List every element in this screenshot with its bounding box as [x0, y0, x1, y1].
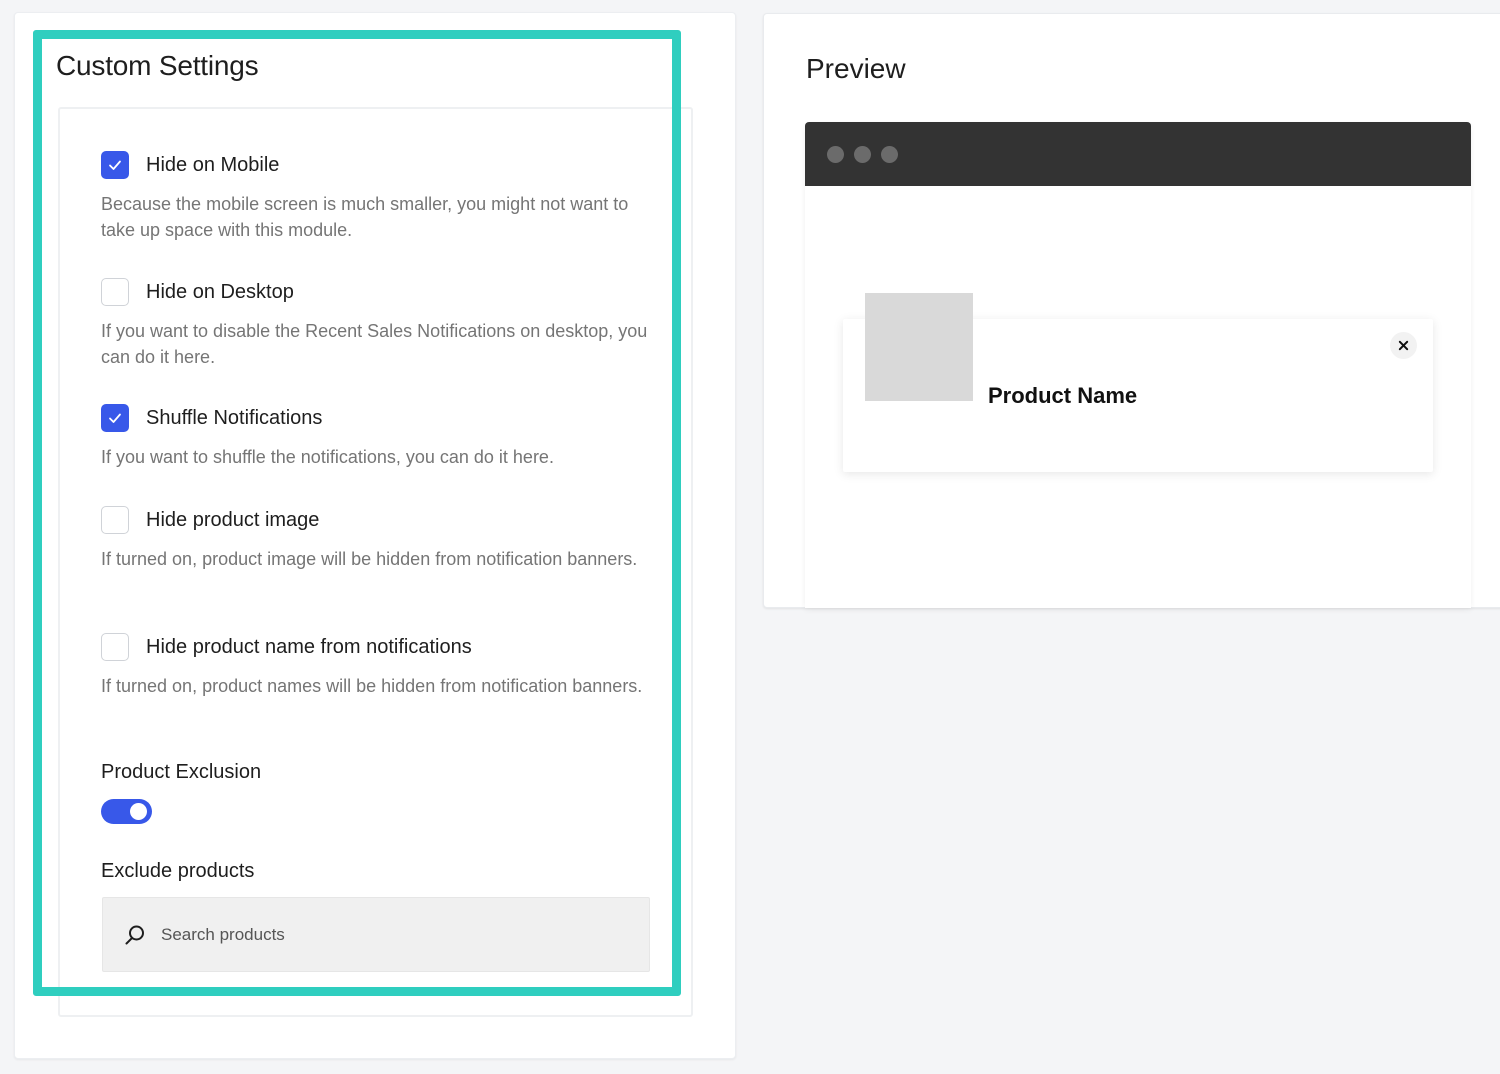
option-hide-on-mobile: Hide on Mobile Because the mobile screen… — [101, 151, 661, 243]
shuffle-notifications-label[interactable]: Shuffle Notifications — [146, 407, 322, 430]
hide-on-desktop-label[interactable]: Hide on Desktop — [146, 281, 294, 304]
option-hide-product-image: Hide product image If turned on, product… — [101, 506, 661, 572]
settings-title: Custom Settings — [56, 50, 259, 81]
shuffle-notifications-checkbox[interactable] — [101, 404, 129, 432]
exclude-products-search[interactable] — [102, 897, 650, 972]
notification-close-button[interactable] — [1390, 332, 1417, 359]
preview-title: Preview — [806, 53, 906, 84]
product-exclusion-label: Product Exclusion — [101, 761, 262, 783]
hide-on-mobile-checkbox[interactable] — [101, 151, 129, 179]
hide-product-name-description: If turned on, product names will be hidd… — [101, 676, 643, 696]
search-products-input[interactable] — [161, 924, 621, 945]
browser-dot-icon — [854, 145, 871, 163]
hide-product-image-description: If turned on, product image will be hidd… — [101, 549, 638, 569]
hide-on-desktop-description: If you want to disable the Recent Sales … — [101, 321, 648, 367]
hide-on-mobile-description: Because the mobile screen is much smalle… — [101, 194, 629, 240]
search-icon — [125, 925, 144, 944]
hide-product-name-label[interactable]: Hide product name from notifications — [146, 636, 472, 659]
hide-on-desktop-checkbox[interactable] — [101, 278, 129, 306]
hide-product-name-checkbox[interactable] — [101, 633, 129, 661]
hide-on-mobile-label[interactable]: Hide on Mobile — [146, 154, 279, 177]
browser-dot-icon — [881, 145, 898, 163]
shuffle-notifications-description: If you want to shuffle the notifications… — [101, 447, 554, 467]
checkmark-icon — [109, 160, 121, 170]
close-icon — [1398, 340, 1409, 351]
product-thumbnail — [865, 293, 973, 401]
option-hide-on-desktop: Hide on Desktop If you want to disable t… — [101, 278, 661, 370]
option-shuffle-notifications: Shuffle Notifications If you want to shu… — [101, 404, 661, 470]
browser-dot-icon — [827, 145, 844, 163]
toggle-knob — [130, 803, 147, 820]
checkmark-icon — [109, 413, 121, 423]
hide-product-image-label[interactable]: Hide product image — [146, 509, 319, 532]
exclude-products-label: Exclude products — [101, 860, 255, 882]
product-exclusion-toggle[interactable] — [101, 799, 152, 824]
product-name: Product Name — [988, 383, 1138, 408]
browser-toolbar — [805, 122, 1471, 186]
option-hide-product-name: Hide product name from notifications If … — [101, 633, 661, 699]
hide-product-image-checkbox[interactable] — [101, 506, 129, 534]
